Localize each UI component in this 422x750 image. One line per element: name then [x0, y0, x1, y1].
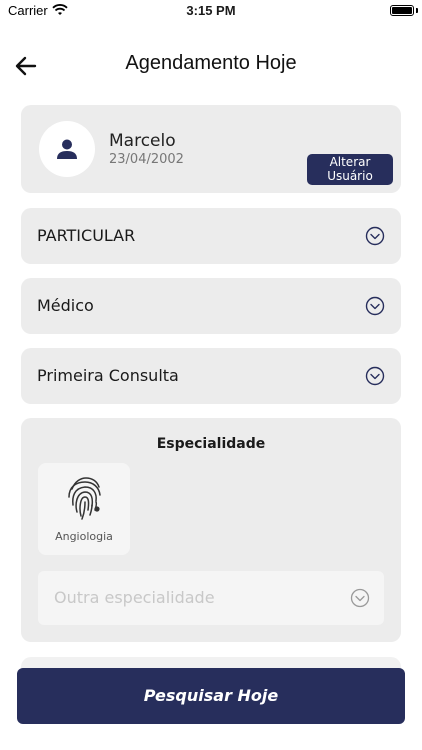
select-professional[interactable]: Médico — [21, 278, 401, 334]
select-label: Médico — [37, 296, 94, 315]
specialty-tile-angiologia[interactable]: Angiologia — [38, 463, 130, 555]
change-user-button[interactable]: Alterar Usuário — [307, 154, 393, 185]
change-user-label-line2: Usuário — [327, 169, 373, 183]
select-consultation-type[interactable]: Primeira Consulta — [21, 348, 401, 404]
avatar — [39, 121, 95, 177]
specialty-tile-label: Angiologia — [55, 530, 113, 543]
search-today-button[interactable]: Pesquisar Hoje — [17, 668, 405, 724]
change-user-label-line1: Alterar — [329, 155, 371, 169]
chevron-down-icon — [365, 226, 385, 246]
battery-cap — [416, 8, 418, 13]
user-card: Marcelo 23/04/2002 Alterar Usuário — [21, 105, 401, 193]
other-specialty-placeholder: Outra especialidade — [54, 588, 215, 607]
battery-icon — [390, 5, 414, 16]
header: Agendamento Hoje — [0, 48, 422, 84]
specialty-card: Especialidade Angiologia Outra especiali… — [21, 418, 401, 642]
person-icon — [57, 139, 77, 159]
chevron-down-icon — [365, 296, 385, 316]
fingerprint-icon — [68, 477, 101, 520]
user-name: Marcelo — [109, 131, 176, 151]
user-birth-date: 23/04/2002 — [109, 152, 184, 167]
select-label: Primeira Consulta — [37, 366, 179, 385]
status-bar: Carrier 3:15 PM — [0, 0, 422, 24]
specialty-title: Especialidade — [156, 436, 266, 452]
chevron-down-icon — [365, 366, 385, 386]
other-specialty-select[interactable]: Outra especialidade — [38, 571, 384, 625]
select-label: PARTICULAR — [37, 226, 136, 245]
clock: 3:15 PM — [186, 3, 236, 18]
chevron-down-icon — [350, 588, 370, 608]
select-payment[interactable]: PARTICULAR — [21, 208, 401, 264]
page-title: Agendamento Hoje — [125, 52, 297, 74]
